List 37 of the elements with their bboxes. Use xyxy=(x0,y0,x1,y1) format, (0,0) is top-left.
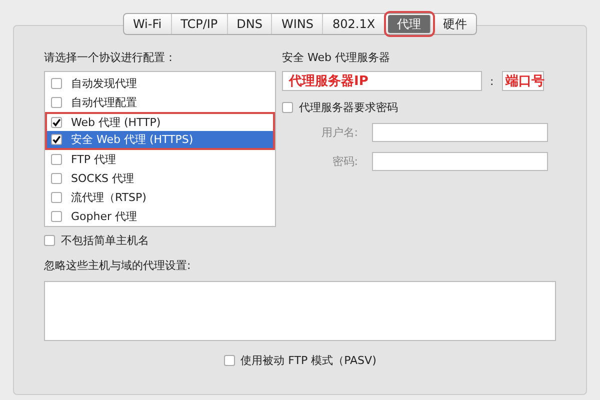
tab[interactable]: DNS xyxy=(228,14,272,34)
protocol-item[interactable]: SOCKS 代理 xyxy=(45,169,275,188)
checkbox-label: 代理服务器要求密码 xyxy=(299,100,398,115)
host-field[interactable]: 代理服务器IP xyxy=(282,71,482,91)
protocol-item[interactable]: 安全 Web 代理 (HTTPS) xyxy=(45,131,275,150)
tab[interactable]: TCP/IP xyxy=(172,14,228,34)
checkbox[interactable] xyxy=(51,117,62,128)
checkbox[interactable] xyxy=(51,192,62,203)
checkbox[interactable] xyxy=(224,355,235,366)
checkbox[interactable] xyxy=(51,134,62,145)
colon: : xyxy=(490,74,494,88)
port-field[interactable]: 端口号 xyxy=(502,71,544,91)
protocol-item[interactable]: 自动发现代理 xyxy=(45,74,275,93)
protocol-item[interactable]: 流代理（RTSP) xyxy=(45,188,275,207)
password-field[interactable] xyxy=(372,152,548,171)
tab[interactable]: 硬件 xyxy=(434,14,476,34)
section-label: 忽略这些主机与域的代理设置: xyxy=(44,258,191,273)
section-label: 请选择一个协议进行配置： xyxy=(44,50,177,65)
protocol-item[interactable]: 自动代理配置 xyxy=(45,93,275,112)
bypass-field[interactable] xyxy=(44,281,556,341)
field-label: 用户名: xyxy=(320,125,358,140)
checkbox-label: 不包括简单主机名 xyxy=(61,233,149,248)
protocol-item[interactable]: Gopher 代理 xyxy=(45,207,275,226)
checkbox[interactable] xyxy=(51,154,62,165)
tab[interactable]: WINS xyxy=(272,14,324,34)
checkbox[interactable] xyxy=(51,211,62,222)
checkbox[interactable] xyxy=(51,78,62,89)
checkbox-label: 使用被动 FTP 模式（PASV) xyxy=(240,353,376,368)
username-field[interactable] xyxy=(372,123,548,142)
checkbox[interactable] xyxy=(51,97,62,108)
tab[interactable]: Wi-Fi xyxy=(124,14,172,34)
checkbox[interactable] xyxy=(44,235,55,246)
field-label: 密码: xyxy=(331,154,358,169)
checkbox[interactable] xyxy=(51,173,62,184)
checkbox[interactable] xyxy=(282,102,293,113)
protocol-item[interactable]: FTP 代理 xyxy=(45,150,275,169)
section-label: 安全 Web 代理服务器 xyxy=(282,50,391,65)
